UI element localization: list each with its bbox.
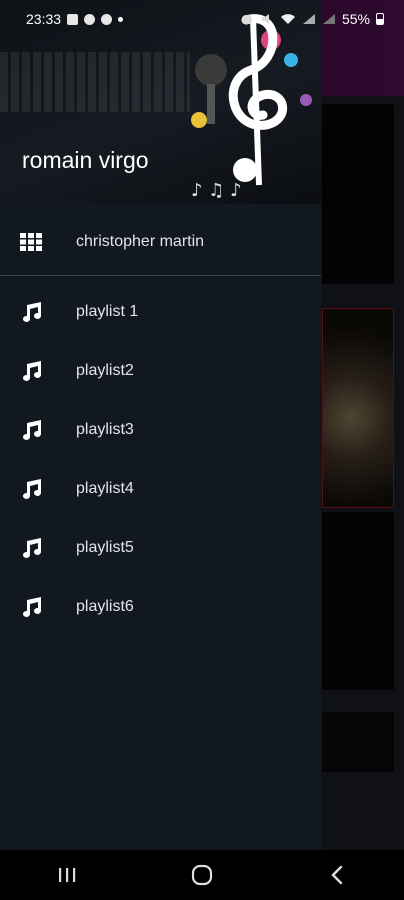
system-nav-bar [0, 850, 404, 900]
status-right: 55% [240, 11, 384, 27]
signal-2-icon [322, 14, 335, 24]
drawer-menu: christopher martin playlist 1 playlist2 [0, 204, 321, 636]
menu-item-playlist-5[interactable]: playlist5 [0, 518, 321, 577]
menu-item-label: christopher martin [76, 232, 205, 250]
music-note-icon [20, 537, 42, 559]
home-icon [191, 864, 213, 886]
mute-icon [261, 14, 269, 24]
home-button[interactable] [172, 855, 232, 895]
menu-item-playlist-2[interactable]: playlist2 [0, 341, 321, 400]
music-note-icon [20, 596, 42, 618]
menu-item-playlist-4[interactable]: playlist4 [0, 459, 321, 518]
menu-item-label: playlist3 [76, 420, 134, 438]
alarm-icon [241, 15, 252, 24]
wifi-icon [280, 14, 295, 24]
menu-item-label: playlist5 [76, 538, 134, 556]
more-notifications-icon [118, 16, 124, 22]
battery-icon [376, 13, 384, 25]
status-bar: 23:33 55% [0, 0, 404, 38]
screen: 23:33 55% ♪ ♫ ♪ romain virgo christopher… [0, 0, 404, 900]
status-left: 23:33 [26, 11, 124, 27]
menu-item-christopher-martin[interactable]: christopher martin [0, 212, 321, 271]
menu-item-playlist-3[interactable]: playlist3 [0, 400, 321, 459]
app-notification-icon [101, 13, 113, 25]
navigation-drawer: ♪ ♫ ♪ romain virgo christopher martin pl… [0, 0, 321, 850]
menu-item-label: playlist2 [76, 361, 134, 379]
back-icon [330, 865, 342, 885]
gallery-notification-icon [67, 13, 79, 25]
menu-divider [0, 275, 321, 276]
signal-icon [302, 14, 315, 24]
menu-item-playlist-1[interactable]: playlist 1 [0, 282, 321, 341]
battery-percent: 55% [341, 11, 370, 27]
browser-notification-icon [84, 13, 96, 25]
grid-icon [20, 231, 42, 253]
recent-apps-button[interactable] [37, 855, 97, 895]
menu-item-playlist-6[interactable]: playlist6 [0, 577, 321, 636]
music-note-icon [20, 419, 42, 441]
drawer-username: romain virgo [22, 147, 149, 173]
equalizer-graphic [0, 52, 190, 112]
recent-apps-icon [59, 868, 76, 882]
svg-text:♪ ♫ ♪: ♪ ♫ ♪ [191, 180, 242, 201]
status-time: 23:33 [26, 11, 62, 27]
menu-item-label: playlist 1 [76, 302, 139, 320]
music-note-icon [20, 360, 42, 382]
menu-item-label: playlist6 [76, 597, 134, 615]
music-note-icon [20, 478, 42, 500]
back-button[interactable] [307, 855, 367, 895]
music-note-icon [20, 301, 42, 323]
menu-item-label: playlist4 [76, 479, 134, 497]
